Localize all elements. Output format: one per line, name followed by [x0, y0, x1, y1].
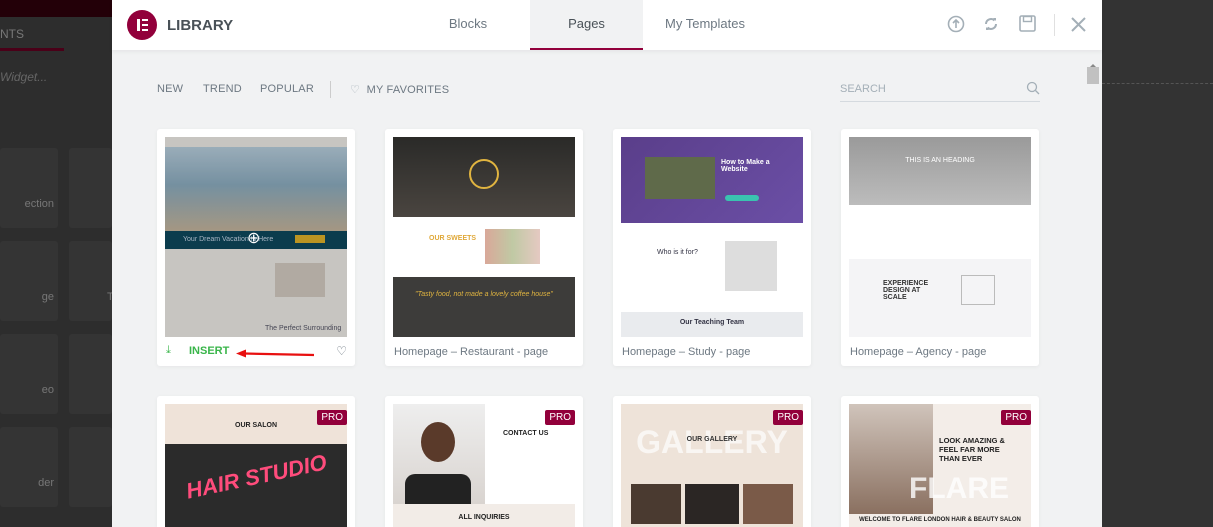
search-icon: [1026, 81, 1040, 95]
pro-badge: PRO: [317, 410, 347, 425]
zoom-in-icon[interactable]: ⊕: [247, 228, 260, 248]
widget-tile: T: [69, 241, 114, 321]
template-thumbnail[interactable]: THIS IS AN HEADING EXPERIENCE DESIGN AT …: [849, 137, 1031, 337]
filter-my-favorites[interactable]: ♡ MY FAVORITES: [350, 83, 449, 96]
tab-my-templates[interactable]: My Templates: [652, 0, 758, 50]
scrollbar-thumb[interactable]: [1087, 67, 1099, 84]
template-card[interactable]: GALLERY OUR GALLERY PRO: [613, 396, 811, 527]
insert-button[interactable]: INSERT: [189, 345, 229, 357]
editor-topbar: [0, 0, 112, 17]
template-card[interactable]: OUR SWEETS "Tasty food, not made a lovel…: [385, 129, 583, 366]
editor-canvas-overlay: [1102, 0, 1213, 527]
widget-tile: [69, 334, 112, 414]
search-placeholder: SEARCH: [840, 83, 886, 95]
template-thumbnail[interactable]: How to Make a Website Who is it for? Our…: [621, 137, 803, 337]
close-icon[interactable]: [1071, 17, 1086, 32]
elements-tab: NTS: [0, 17, 64, 51]
thumb-text: OUR SWEETS: [429, 235, 477, 242]
thumb-text: EXPERIENCE DESIGN AT SCALE: [883, 280, 929, 301]
thumb-text: WELCOME TO FLARE LONDON HAIR & BEAUTY SA…: [859, 517, 1021, 523]
thumb-text: ALL INQUIRIES: [458, 514, 510, 521]
pro-badge: PRO: [773, 410, 803, 425]
favorite-heart-icon[interactable]: ♡: [336, 344, 347, 358]
thumb-text: FLARE: [909, 472, 1009, 505]
library-title: LIBRARY: [167, 17, 234, 34]
template-title: Homepage – Study - page: [622, 346, 751, 358]
thumb-text: How to Make a Website: [721, 159, 770, 173]
elementor-logo: [127, 10, 157, 40]
thumb-text: LOOK AMAZING & FEEL FAR MORE THAN EVER: [939, 436, 1005, 463]
filter-new[interactable]: NEW: [157, 83, 183, 95]
tab-pages[interactable]: Pages: [530, 0, 643, 50]
heart-icon: ♡: [350, 84, 361, 96]
thumb-text: Our Teaching Team: [679, 319, 745, 326]
thumb-text: "Tasty food, not made a lovely coffee ho…: [415, 291, 553, 298]
editor-panel-overlay: NTS Widget... ection ge eo der T: [0, 0, 114, 527]
red-annotation-arrow: [236, 349, 314, 358]
search-input[interactable]: SEARCH: [840, 78, 1040, 102]
library-modal: LIBRARY Blocks Pages My Templates NEW TR…: [112, 0, 1102, 527]
template-title: Homepage – Agency - page: [850, 346, 987, 358]
filter-trend[interactable]: TREND: [203, 83, 242, 95]
widget-tile: eo: [0, 334, 58, 414]
save-icon[interactable]: [1019, 15, 1036, 32]
thumb-text: Who is it for?: [657, 249, 698, 256]
scrollbar[interactable]: [1086, 62, 1100, 527]
widget-tile: der: [0, 427, 58, 507]
template-thumbnail[interactable]: Your Dream Vacation Is Here The Perfect …: [165, 137, 347, 337]
tab-blocks[interactable]: Blocks: [432, 0, 504, 50]
template-card[interactable]: LOOK AMAZING & FEEL FAR MORE THAN EVER F…: [841, 396, 1039, 527]
widget-search: Widget...: [0, 70, 48, 84]
header-divider: [1054, 14, 1055, 36]
widget-tile: ge: [0, 241, 58, 321]
template-card[interactable]: How to Make a Website Who is it for? Our…: [613, 129, 811, 366]
download-icon[interactable]: ⤓: [166, 344, 171, 357]
pro-badge: PRO: [545, 410, 575, 425]
widget-tile: [69, 148, 112, 228]
modal-header: LIBRARY Blocks Pages My Templates: [112, 0, 1102, 50]
sync-icon[interactable]: [983, 15, 999, 33]
filter-divider: [330, 81, 331, 98]
pro-badge: PRO: [1001, 410, 1031, 425]
template-card[interactable]: THIS IS AN HEADING EXPERIENCE DESIGN AT …: [841, 129, 1039, 366]
template-thumbnail[interactable]: OUR SWEETS "Tasty food, not made a lovel…: [393, 137, 575, 337]
filter-popular[interactable]: POPULAR: [260, 83, 314, 95]
thumb-text: OUR GALLERY: [686, 436, 738, 443]
upload-icon[interactable]: [947, 15, 965, 33]
section-divider: [1102, 83, 1213, 84]
template-card[interactable]: CONTACT US ALL INQUIRIES PRO: [385, 396, 583, 527]
widget-tile: ection: [0, 148, 58, 228]
template-card[interactable]: OUR SALON HAIR STUDIO PRO: [157, 396, 355, 527]
thumb-text: THIS IS AN HEADING: [905, 157, 975, 164]
favorites-label: MY FAVORITES: [366, 84, 450, 96]
thumb-text: CONTACT US: [503, 430, 549, 437]
widget-tile: [69, 427, 112, 507]
template-title: Homepage – Restaurant - page: [394, 346, 549, 358]
template-card[interactable]: Your Dream Vacation Is Here The Perfect …: [157, 129, 355, 366]
